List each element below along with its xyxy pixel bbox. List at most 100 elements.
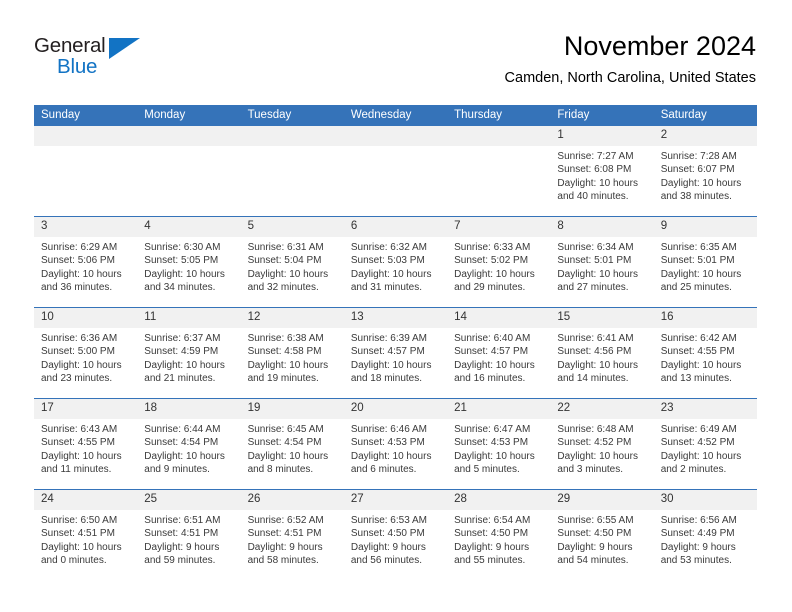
sunset-time: Sunset: 4:54 PM	[144, 437, 219, 449]
day-number: 28	[447, 490, 551, 510]
weekday-header-wednesday: Wednesday	[343, 105, 448, 126]
weekday-header-sunday: Sunday	[34, 105, 138, 126]
calendar-day-cell[interactable]: 19 Sunrise: 6:45 AM Sunset: 4:54 PM Dayligh…	[240, 398, 344, 490]
daylight-duration-line1: Daylight: 10 hours	[144, 268, 225, 280]
calendar-day-cell[interactable]: 17 Sunrise: 6:43 AM Sunset: 4:55 PM Dayligh…	[34, 398, 138, 490]
sunrise-time: Sunrise: 6:51 AM	[144, 515, 221, 526]
sunrise-time: Sunrise: 6:53 AM	[350, 515, 427, 526]
calendar-week-row: 17 Sunrise: 6:43 AM Sunset: 4:55 PM Dayligh…	[34, 398, 757, 490]
sunrise-time: Sunrise: 6:39 AM	[350, 333, 427, 344]
day-number: 29	[550, 490, 654, 510]
sunrise-time: Sunrise: 6:46 AM	[350, 424, 427, 435]
daylight-duration-line2: and 13 minutes.	[660, 373, 732, 385]
sunset-time: Sunset: 5:06 PM	[41, 255, 115, 267]
daylight-duration-line2: and 54 minutes.	[557, 555, 629, 567]
brand-logo[interactable]: General Blue	[34, 34, 214, 86]
sunset-time: Sunset: 5:00 PM	[41, 346, 115, 358]
day-number: 8	[550, 217, 654, 237]
daylight-duration-line2: and 14 minutes.	[557, 373, 629, 385]
calendar-day-cell[interactable]: 11 Sunrise: 6:37 AM Sunset: 4:59 PM Dayligh…	[137, 307, 241, 399]
calendar-day-cell[interactable]: 20 Sunrise: 6:46 AM Sunset: 4:53 PM Dayligh…	[343, 398, 448, 490]
sunset-time: Sunset: 4:52 PM	[660, 437, 735, 449]
daylight-duration-line1: Daylight: 10 hours	[41, 359, 122, 371]
day-details: Sunrise: 6:54 AM Sunset: 4:50 PM Daylight:…	[447, 510, 550, 568]
day-number: 10	[34, 308, 138, 328]
weekday-header-thursday: Thursday	[447, 105, 551, 126]
daylight-duration-line2: and 36 minutes.	[41, 282, 113, 294]
calendar-day-cell[interactable]: 8 Sunrise: 6:34 AM Sunset: 5:01 PM Daylight…	[550, 216, 654, 308]
sunrise-time: Sunrise: 6:29 AM	[41, 242, 118, 253]
daylight-duration-line1: Daylight: 10 hours	[350, 359, 432, 371]
daylight-duration-line2: and 8 minutes.	[247, 464, 314, 476]
day-number: 7	[447, 217, 551, 237]
day-number: 17	[34, 399, 138, 419]
daylight-duration-line1: Daylight: 10 hours	[557, 177, 639, 189]
calendar-day-cell[interactable]: 30 Sunrise: 6:56 AM Sunset: 4:49 PM Dayligh…	[653, 489, 757, 580]
sunrise-time: Sunrise: 7:27 AM	[557, 151, 634, 162]
calendar-body: 1 Sunrise: 7:27 AM Sunset: 6:08 PM Daylight…	[34, 126, 757, 580]
calendar-week-row: 24 Sunrise: 6:50 AM Sunset: 4:51 PM Dayligh…	[34, 489, 757, 580]
sunrise-time: Sunrise: 6:34 AM	[557, 242, 634, 253]
day-details: Sunrise: 6:46 AM Sunset: 4:53 PM Daylight:…	[344, 419, 447, 477]
calendar-day-cell[interactable]: 16 Sunrise: 6:42 AM Sunset: 4:55 PM Dayligh…	[653, 307, 757, 399]
calendar-day-cell[interactable]: 29 Sunrise: 6:55 AM Sunset: 4:50 PM Dayligh…	[550, 489, 654, 580]
daylight-duration-line1: Daylight: 9 hours	[350, 541, 426, 553]
daylight-duration-line2: and 32 minutes.	[247, 282, 319, 294]
calendar-day-cell[interactable]: 28 Sunrise: 6:54 AM Sunset: 4:50 PM Dayligh…	[447, 489, 551, 580]
calendar-day-cell[interactable]: 23 Sunrise: 6:49 AM Sunset: 4:52 PM Dayligh…	[653, 398, 757, 490]
day-number: 11	[137, 308, 241, 328]
day-number: 3	[34, 217, 138, 237]
day-number	[240, 126, 344, 146]
calendar-day-cell[interactable]: 10 Sunrise: 6:36 AM Sunset: 5:00 PM Dayligh…	[34, 307, 138, 399]
calendar-day-cell[interactable]: 26 Sunrise: 6:52 AM Sunset: 4:51 PM Dayligh…	[240, 489, 344, 580]
daylight-duration-line2: and 2 minutes.	[660, 464, 727, 476]
day-number	[447, 126, 551, 146]
calendar-day-cell[interactable]: 25 Sunrise: 6:51 AM Sunset: 4:51 PM Dayligh…	[137, 489, 241, 580]
triangle-icon	[109, 38, 140, 59]
calendar-day-cell[interactable]: 13 Sunrise: 6:39 AM Sunset: 4:57 PM Dayligh…	[343, 307, 448, 399]
calendar-day-cell[interactable]: 5 Sunrise: 6:31 AM Sunset: 5:04 PM Daylight…	[240, 216, 344, 308]
sunset-time: Sunset: 4:54 PM	[247, 437, 322, 449]
calendar-day-cell[interactable]: 7 Sunrise: 6:33 AM Sunset: 5:02 PM Daylight…	[447, 216, 551, 308]
calendar-day-cell[interactable]: 3 Sunrise: 6:29 AM Sunset: 5:06 PM Daylight…	[34, 216, 138, 308]
daylight-duration-line2: and 31 minutes.	[350, 282, 423, 294]
calendar-day-cell[interactable]: 14 Sunrise: 6:40 AM Sunset: 4:57 PM Dayligh…	[447, 307, 551, 399]
day-number: 15	[550, 308, 654, 328]
calendar-day-cell[interactable]: 21 Sunrise: 6:47 AM Sunset: 4:53 PM Dayligh…	[447, 398, 551, 490]
sunrise-time: Sunrise: 6:45 AM	[247, 424, 324, 435]
weekday-header-monday: Monday	[137, 105, 241, 126]
sunset-time: Sunset: 4:55 PM	[660, 346, 735, 358]
calendar-day-cell[interactable]: 9 Sunrise: 6:35 AM Sunset: 5:01 PM Daylight…	[653, 216, 757, 308]
calendar-cell-empty	[240, 126, 344, 217]
daylight-duration-line1: Daylight: 10 hours	[454, 450, 535, 462]
daylight-duration-line1: Daylight: 10 hours	[660, 177, 742, 189]
sunset-time: Sunset: 4:52 PM	[557, 437, 632, 449]
day-details: Sunrise: 6:41 AM Sunset: 4:56 PM Daylight:…	[550, 328, 653, 386]
sunrise-time: Sunrise: 6:30 AM	[144, 242, 221, 253]
calendar-day-cell[interactable]: 2 Sunrise: 7:28 AM Sunset: 6:07 PM Daylight…	[653, 126, 757, 217]
daylight-duration-line2: and 21 minutes.	[144, 373, 216, 385]
calendar-day-cell[interactable]: 24 Sunrise: 6:50 AM Sunset: 4:51 PM Dayligh…	[34, 489, 138, 580]
daylight-duration-line1: Daylight: 10 hours	[144, 359, 225, 371]
daylight-duration-line1: Daylight: 10 hours	[454, 359, 535, 371]
day-details: Sunrise: 7:28 AM Sunset: 6:07 PM Daylight:…	[654, 146, 757, 204]
daylight-duration-line2: and 56 minutes.	[350, 555, 423, 567]
daylight-duration-line2: and 40 minutes.	[557, 191, 629, 203]
page-location: Camden, North Carolina, United States	[504, 70, 756, 86]
calendar-day-cell[interactable]: 6 Sunrise: 6:32 AM Sunset: 5:03 PM Daylight…	[343, 216, 448, 308]
sunset-time: Sunset: 4:57 PM	[454, 346, 529, 358]
calendar-day-cell[interactable]: 15 Sunrise: 6:41 AM Sunset: 4:56 PM Dayligh…	[550, 307, 654, 399]
sunrise-time: Sunrise: 6:49 AM	[660, 424, 737, 435]
calendar-day-cell[interactable]: 18 Sunrise: 6:44 AM Sunset: 4:54 PM Dayligh…	[137, 398, 241, 490]
day-details: Sunrise: 6:52 AM Sunset: 4:51 PM Daylight:…	[241, 510, 344, 568]
sunset-time: Sunset: 5:04 PM	[247, 255, 322, 267]
calendar-day-cell[interactable]: 27 Sunrise: 6:53 AM Sunset: 4:50 PM Dayligh…	[343, 489, 448, 580]
calendar-day-cell[interactable]: 12 Sunrise: 6:38 AM Sunset: 4:58 PM Dayligh…	[240, 307, 344, 399]
sunrise-time: Sunrise: 6:40 AM	[454, 333, 531, 344]
sunrise-time: Sunrise: 6:55 AM	[557, 515, 634, 526]
calendar-day-cell[interactable]: 22 Sunrise: 6:48 AM Sunset: 4:52 PM Dayligh…	[550, 398, 654, 490]
day-number	[137, 126, 241, 146]
calendar-day-cell[interactable]: 4 Sunrise: 6:30 AM Sunset: 5:05 PM Daylight…	[137, 216, 241, 308]
calendar-day-cell[interactable]: 1 Sunrise: 7:27 AM Sunset: 6:08 PM Daylight…	[550, 126, 654, 217]
sunset-time: Sunset: 6:08 PM	[557, 164, 632, 176]
